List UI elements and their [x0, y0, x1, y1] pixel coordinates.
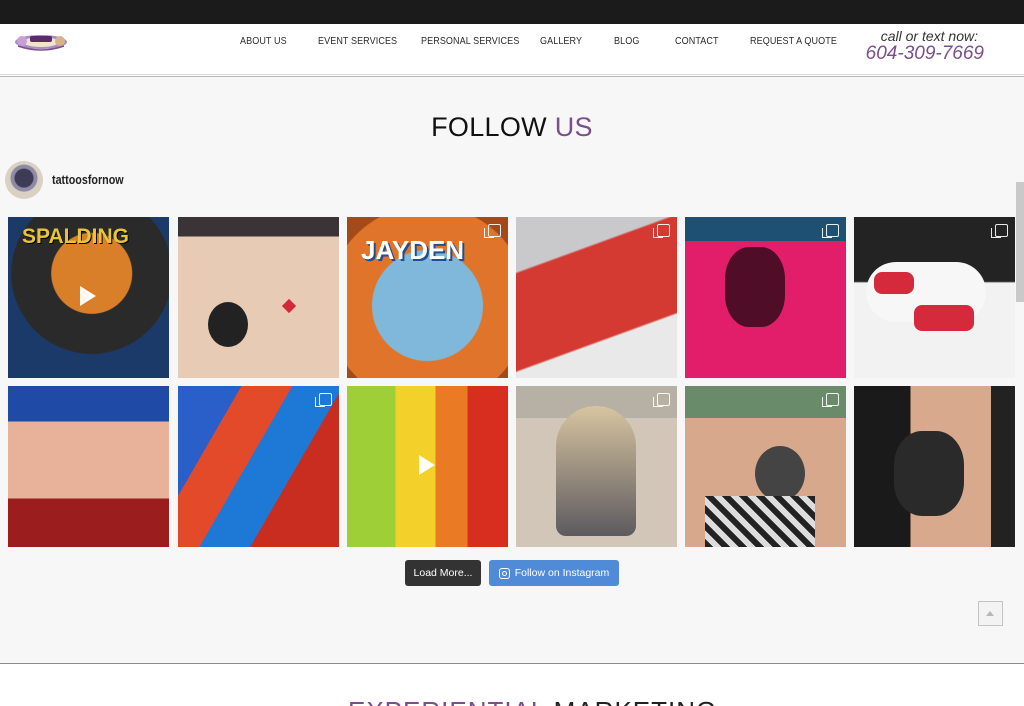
- nav-personal-services[interactable]: PERSONAL SERVICES: [421, 35, 519, 47]
- feed-tile-11[interactable]: [685, 386, 846, 547]
- feed-tile-2[interactable]: [178, 217, 339, 378]
- section-title: FOLLOW US: [0, 112, 1024, 143]
- nav-blog[interactable]: BLOG: [614, 35, 639, 47]
- feed-tile-1[interactable]: SPALDING: [8, 217, 169, 378]
- follow-on-instagram-button[interactable]: Follow on Instagram: [489, 560, 619, 586]
- next-section: EXPERIENTIAL MARKETING: [0, 664, 1024, 706]
- instagram-avatar[interactable]: [5, 161, 43, 199]
- nav-event-services[interactable]: EVENT SERVICES: [318, 35, 397, 47]
- nav-request-a-quote[interactable]: REQUEST A QUOTE: [750, 35, 837, 47]
- top-bar: [0, 0, 1024, 24]
- next-section-title-part1: EXPERIENTIAL: [348, 696, 545, 706]
- next-section-title-part2: MARKETING: [545, 696, 717, 706]
- feed-tile-6[interactable]: [854, 217, 1015, 378]
- multi-photo-icon: [822, 393, 839, 407]
- feed-tile-5[interactable]: [685, 217, 846, 378]
- follow-on-instagram-label: Follow on Instagram: [514, 567, 610, 579]
- instagram-handle[interactable]: tattoosfornow: [52, 173, 124, 187]
- multi-photo-icon: [991, 224, 1008, 238]
- scrollbar-thumb[interactable]: [1016, 182, 1024, 302]
- load-more-button[interactable]: Load More...: [405, 560, 481, 586]
- tile-caption: JAYDEN: [361, 235, 465, 265]
- play-icon: [80, 286, 96, 306]
- multi-photo-icon: [653, 224, 670, 238]
- instagram-icon: [498, 567, 510, 579]
- call-label: call or text now:: [880, 28, 978, 44]
- tile-caption: SPALDING: [22, 225, 129, 248]
- play-icon: [419, 455, 435, 475]
- next-section-title: EXPERIENTIAL MARKETING: [348, 696, 717, 706]
- nav-about-us[interactable]: ABOUT US: [240, 35, 287, 47]
- site-logo[interactable]: [12, 30, 70, 52]
- feed-tile-7[interactable]: [8, 386, 169, 547]
- scroll-to-top-button[interactable]: [978, 601, 1003, 626]
- multi-photo-icon: [822, 224, 839, 238]
- feed-tile-12[interactable]: [854, 386, 1015, 547]
- nav-gallery[interactable]: GALLERY: [540, 35, 582, 47]
- multi-photo-icon: [653, 393, 670, 407]
- load-more-label: Load More...: [413, 567, 473, 579]
- section-title-part1: FOLLOW: [431, 112, 547, 142]
- feed-tile-10[interactable]: [516, 386, 677, 547]
- multi-photo-icon: [315, 393, 332, 407]
- phone-number[interactable]: 604-309-7669: [866, 43, 984, 65]
- section-title-part2: US: [554, 112, 593, 142]
- feed-tile-8[interactable]: [178, 386, 339, 547]
- feed-tile-3[interactable]: JAYDEN: [347, 217, 508, 378]
- feed-tile-9[interactable]: [347, 386, 508, 547]
- nav-contact[interactable]: CONTACT: [675, 35, 719, 47]
- feed-tile-4[interactable]: [516, 217, 677, 378]
- multi-photo-icon: [484, 224, 501, 238]
